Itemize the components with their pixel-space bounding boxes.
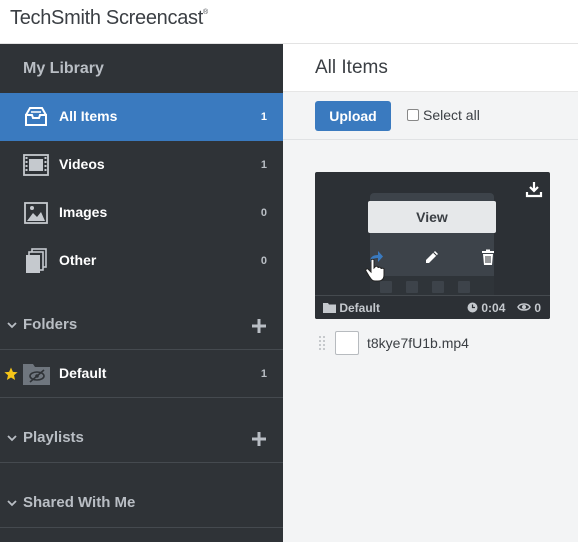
card-views: 0 xyxy=(517,301,541,315)
playlists-section-header[interactable]: Playlists xyxy=(0,415,283,463)
sidebar: My Library All Items 1 Videos 1 Images 0 xyxy=(0,44,283,542)
folders-heading: Folders xyxy=(23,316,78,333)
star-icon[interactable] xyxy=(4,367,18,381)
folder-icon xyxy=(323,303,336,313)
sidebar-item-label: Images xyxy=(59,204,108,220)
media-file-row: t8kye7fU1b.mp4 xyxy=(315,330,555,356)
trash-icon[interactable] xyxy=(479,248,497,266)
chevron-down-icon xyxy=(7,500,17,507)
media-card[interactable]: View Default 0:04 0 xyxy=(315,172,550,319)
playlists-heading: Playlists xyxy=(23,429,84,446)
card-folder[interactable]: Default xyxy=(323,301,380,315)
folder-label: Default xyxy=(59,365,107,381)
film-strip-icon xyxy=(23,154,49,176)
edit-pencil-icon[interactable] xyxy=(423,248,441,266)
inbox-tray-icon xyxy=(25,107,47,126)
file-name[interactable]: t8kye7fU1b.mp4 xyxy=(367,335,469,351)
chevron-down-icon xyxy=(7,322,17,329)
card-folder-label: Default xyxy=(339,301,381,315)
page-title: All Items xyxy=(315,57,388,78)
sidebar-item-count: 0 xyxy=(260,255,267,267)
sidebar-item-images[interactable]: Images 0 xyxy=(0,189,283,237)
folder-count: 1 xyxy=(260,368,267,380)
sidebar-item-count: 1 xyxy=(260,111,267,123)
folder-item-default[interactable]: Default 1 xyxy=(0,350,283,398)
file-select-checkbox[interactable] xyxy=(335,331,359,355)
sidebar-item-count: 0 xyxy=(260,207,267,219)
card-duration: 0:04 xyxy=(467,301,505,315)
sidebar-item-label: All Items xyxy=(59,108,118,124)
sidebar-item-label: Other xyxy=(59,252,97,268)
top-bar: TechSmith Screencast® xyxy=(0,0,578,44)
checkbox-box[interactable] xyxy=(407,109,419,121)
add-folder-icon[interactable] xyxy=(251,318,267,334)
hidden-folder-icon xyxy=(23,364,50,385)
download-icon[interactable] xyxy=(525,180,543,198)
chevron-down-icon xyxy=(7,435,17,442)
sidebar-item-all-items[interactable]: All Items 1 xyxy=(0,93,283,141)
sidebar-item-label: Videos xyxy=(59,156,105,172)
clock-icon xyxy=(467,302,478,313)
select-all-checkbox[interactable]: Select all xyxy=(407,107,480,123)
sidebar-item-other[interactable]: Other 0 xyxy=(0,237,283,285)
add-playlist-icon[interactable] xyxy=(251,431,267,447)
main-content: All Items Upload Select all View Default… xyxy=(283,44,578,542)
brand-name: TechSmith Screencast xyxy=(10,7,203,29)
select-all-label: Select all xyxy=(423,107,480,123)
drag-handle-icon[interactable] xyxy=(318,335,326,351)
view-button[interactable]: View xyxy=(368,201,496,233)
hand-cursor-icon xyxy=(365,258,385,282)
stacked-pages-icon xyxy=(26,248,47,273)
media-card-footer: Default 0:04 0 xyxy=(315,295,550,319)
brand-logo[interactable]: TechSmith Screencast® xyxy=(10,7,208,30)
my-library-heading[interactable]: My Library xyxy=(23,60,104,78)
shared-section-header[interactable]: Shared With Me xyxy=(0,480,283,528)
folders-section-header[interactable]: Folders xyxy=(0,302,283,350)
shared-heading: Shared With Me xyxy=(23,494,136,511)
sidebar-item-count: 1 xyxy=(260,159,267,171)
upload-button[interactable]: Upload xyxy=(315,101,391,131)
toolbar: Upload Select all xyxy=(283,92,578,140)
views-value: 0 xyxy=(534,301,542,315)
sidebar-item-videos[interactable]: Videos 1 xyxy=(0,141,283,189)
duration-value: 0:04 xyxy=(481,301,506,315)
main-header: All Items xyxy=(283,44,578,92)
image-icon xyxy=(24,202,48,224)
brand-mark: ® xyxy=(202,9,208,16)
eye-icon xyxy=(517,303,531,311)
